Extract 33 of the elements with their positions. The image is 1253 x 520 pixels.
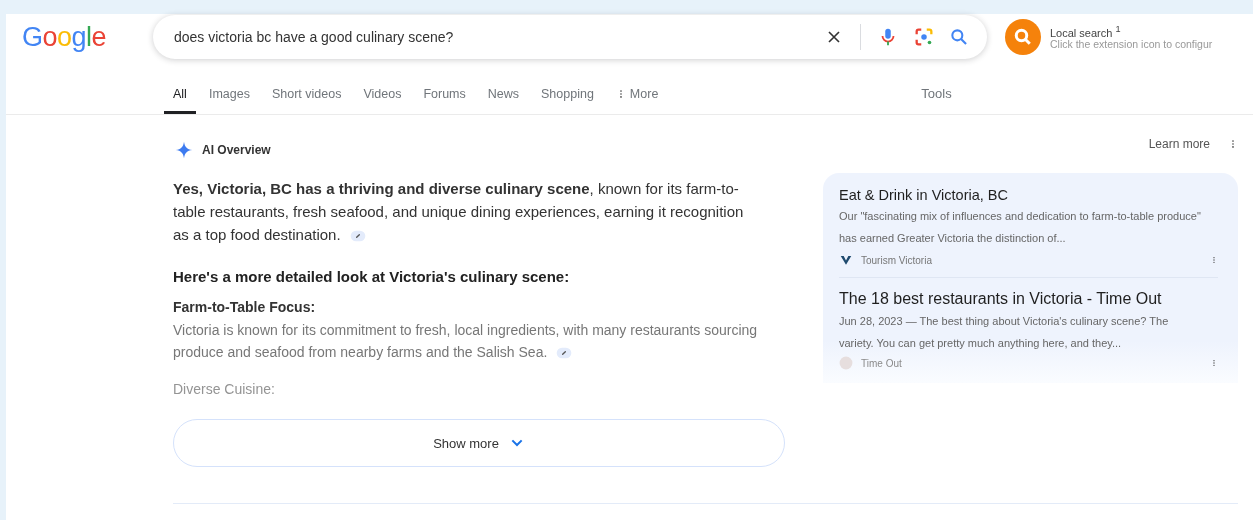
search-tab[interactable]: All: [164, 87, 196, 114]
sparkle-icon: [175, 141, 193, 159]
answer-text: Yes, Victoria, BC has a thriving and diverse culinary scene, known for its farm-to-table restaurants, fresh seafood, and unique dining experiences, earning it recognition as a top food destination.: [173, 179, 745, 246]
source-title[interactable]: Eat & Drink in Victoria, BC: [839, 187, 1218, 203]
search-tab[interactable]: Videos: [354, 87, 411, 114]
extension-title: Local search $^{1}$: [1050, 23, 1122, 39]
source-snippet: Jun 28, 2023 — The best thing about Victoria's culinary scene? The variety. You can get pretty much anything here, and they...: [839, 314, 1170, 351]
camera-lens-icon[interactable]: [913, 26, 935, 48]
show-more-button[interactable]: Show more: [173, 419, 785, 467]
search-field[interactable]: does victoria bc have a good culinary scene?: [153, 15, 987, 59]
source-site: Time Out: [861, 357, 903, 369]
search-tab[interactable]: Forums: [414, 87, 475, 114]
search-icon[interactable]: [949, 27, 969, 47]
section-heading: Farm-to-Table Focus:: [173, 299, 317, 315]
search-tab[interactable]: Shopping: [532, 87, 603, 114]
google-logo[interactable]: Google: [22, 21, 153, 53]
source-site: Tourism Victoria: [861, 254, 933, 266]
source-snippet: Our "fascinating mix of influences and dedication to farm-to-table produce" has earned Greater Victoria the distinction of...: [839, 209, 1202, 246]
search-tab[interactable]: Short videos: [262, 87, 351, 114]
section-text: Victoria is known for its commitment to fresh, local ingredients, with many restaurants sourcing produce and seafood from nearby farms and the Salish Sea.: [173, 321, 759, 363]
search-tab[interactable]: More: [606, 87, 668, 114]
site-logo-icon: [839, 356, 853, 370]
section-title: AI Overview: [202, 143, 271, 157]
source-title[interactable]: The 18 best restaurants in Victoria - Time Out: [839, 290, 1218, 308]
tools-button[interactable]: Tools: [921, 86, 952, 114]
search-tab[interactable]: News: [478, 87, 529, 114]
section-heading: Diverse Cuisine:: [173, 381, 276, 397]
search-tab[interactable]: Images: [199, 87, 259, 114]
v-logo-icon: [839, 253, 853, 267]
search-icon[interactable]: [1005, 19, 1041, 55]
learn-more-link[interactable]: Learn more: [1148, 137, 1210, 151]
extension-hint: Click the extension icon to configur: [1050, 38, 1213, 51]
subheading: Here's a more detailed look at Victoria's culinary scene:: [173, 268, 571, 285]
